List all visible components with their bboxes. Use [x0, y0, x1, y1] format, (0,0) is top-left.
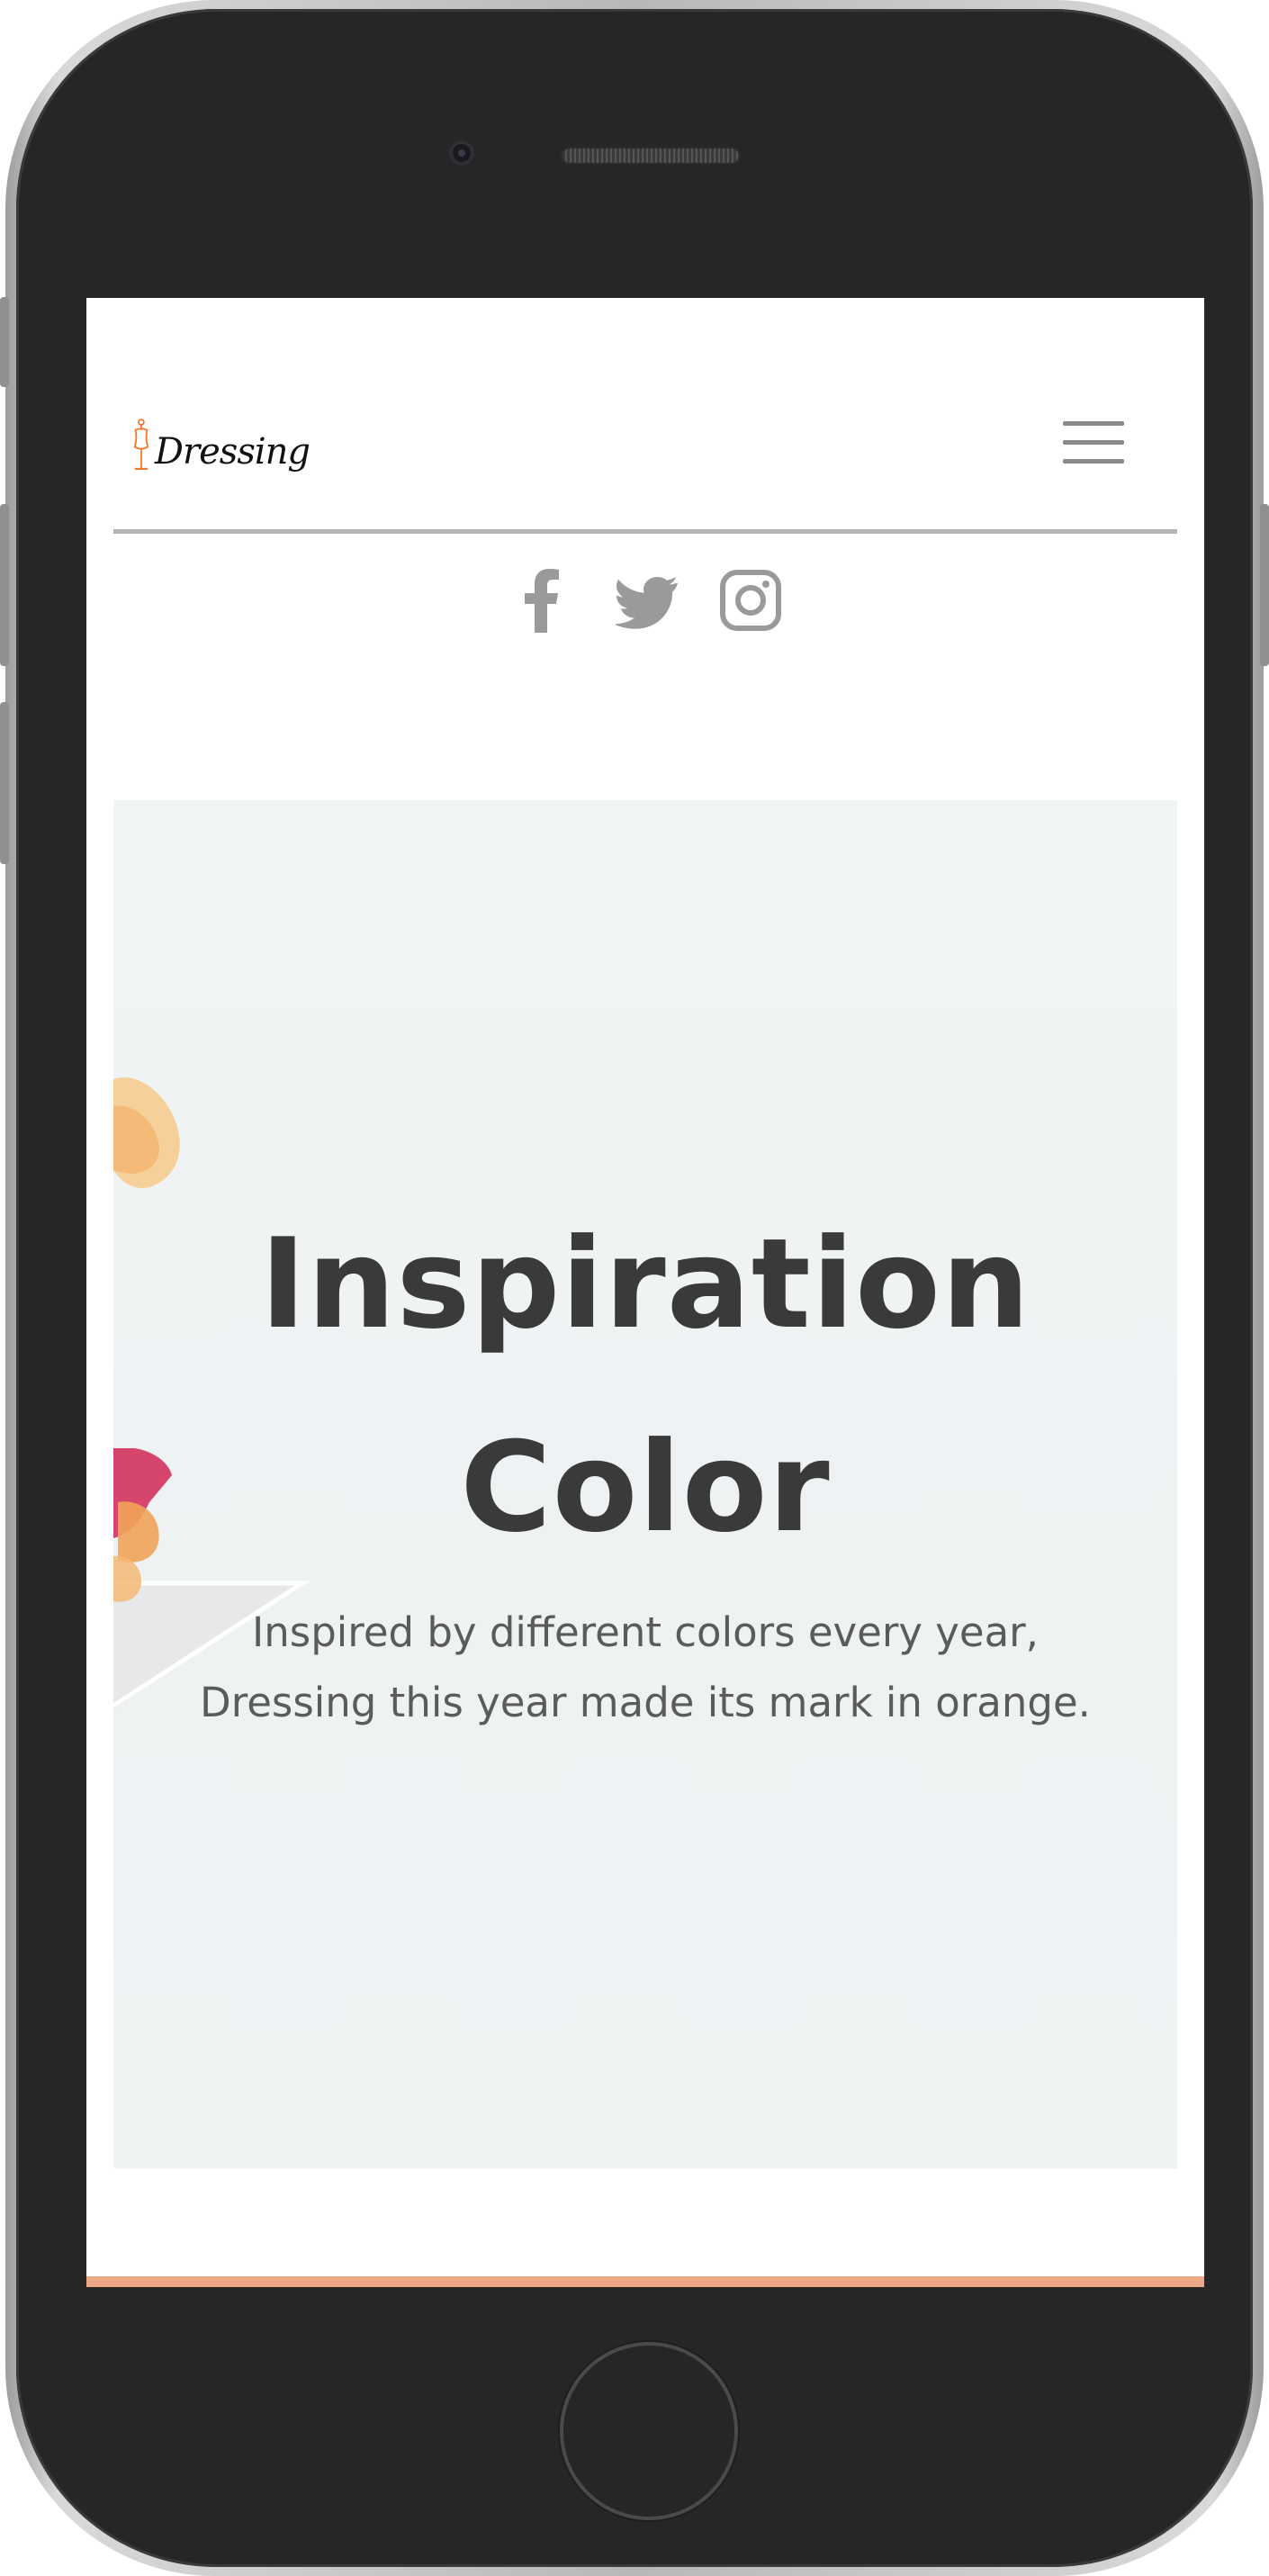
site-logo[interactable]: Dressing [130, 402, 310, 483]
social-links [86, 568, 1204, 640]
hamburger-menu-icon[interactable] [1063, 421, 1126, 464]
earpiece-speaker [561, 147, 741, 165]
site-header: Dressing [86, 298, 1204, 534]
accent-bar [86, 2276, 1204, 2287]
instagram-icon[interactable] [720, 570, 781, 631]
hero-subtitle-line: Inspired by different colors every year, [252, 1608, 1039, 1656]
dress-form-icon [133, 419, 149, 471]
phone-body: Dressing Inspiration Color Inspired by d… [16, 9, 1253, 2567]
screen: Dressing Inspiration Color Inspired by d… [86, 298, 1204, 2287]
facebook-icon[interactable] [521, 568, 561, 633]
power-button [1260, 504, 1269, 666]
hero-title-line: Inspiration [259, 1211, 1031, 1356]
hero-banner: Inspiration Color Inspired by different … [113, 800, 1177, 2168]
home-button[interactable] [560, 2342, 738, 2520]
front-camera [449, 140, 474, 166]
header-divider [113, 529, 1177, 534]
volume-down-button [0, 702, 9, 864]
hero-subtitle: Inspired by different colors every year,… [113, 1598, 1177, 1738]
volume-up-button [0, 504, 9, 666]
hero-title-line: Color [460, 1415, 831, 1560]
hero-title: Inspiration Color [113, 1183, 1177, 1590]
twitter-icon[interactable] [616, 577, 679, 629]
silent-switch [0, 297, 9, 387]
phone-frame: Dressing Inspiration Color Inspired by d… [0, 0, 1269, 2576]
hero-subtitle-line: Dressing this year made its mark in oran… [200, 1679, 1091, 1726]
logo-text: Dressing [154, 431, 310, 473]
